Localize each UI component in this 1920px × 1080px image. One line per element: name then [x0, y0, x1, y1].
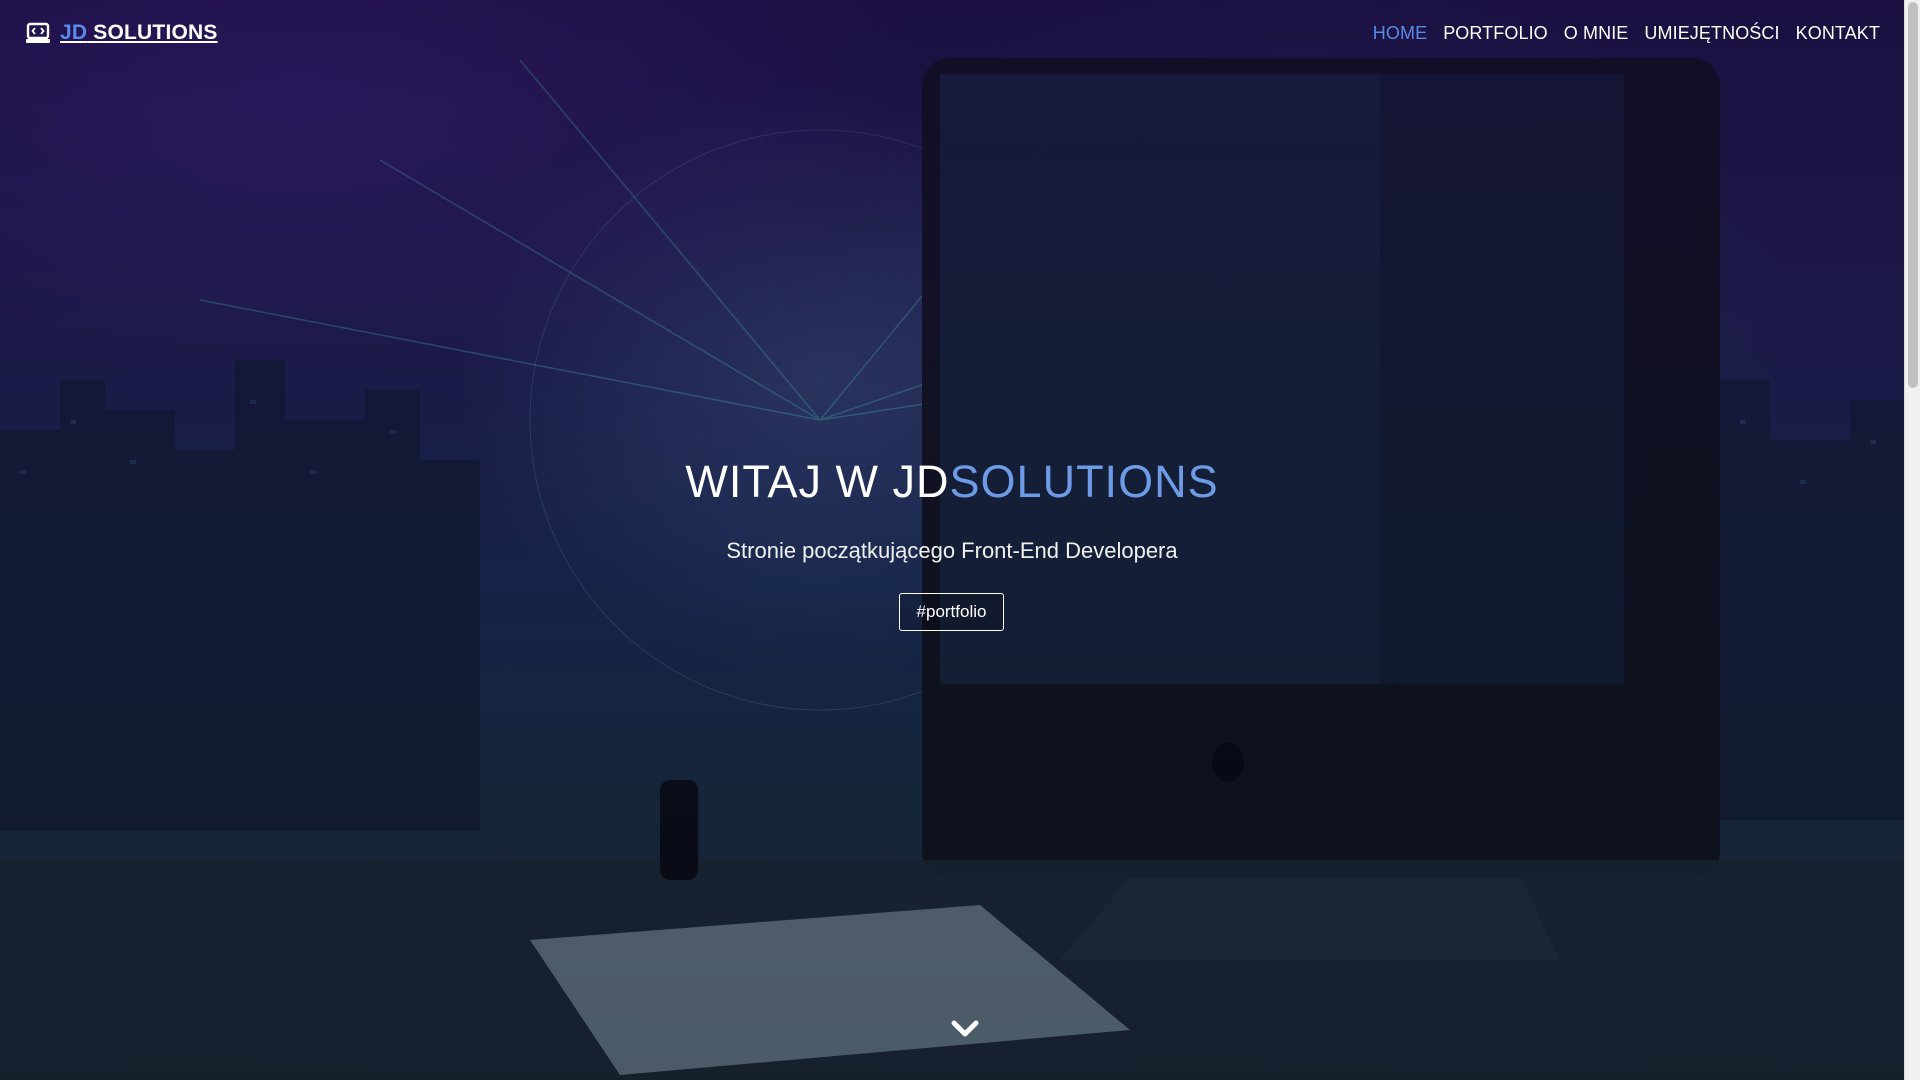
page-scrollbar[interactable]: [1904, 0, 1920, 1080]
scroll-down-button[interactable]: [946, 1014, 984, 1044]
chevron-down-icon: [946, 1020, 984, 1048]
hero-title: WITAJ W JDSOLUTIONS: [0, 456, 1904, 508]
scrollbar-thumb[interactable]: [1908, 2, 1918, 388]
hero-title-plain: WITAJ W JD: [685, 456, 950, 507]
page: JD SOLUTIONS HOME PORTFOLIO O MNIE UMIEJ…: [0, 0, 1920, 1080]
portfolio-button[interactable]: #portfolio: [899, 593, 1004, 631]
hero-title-accent: SOLUTIONS: [949, 456, 1219, 507]
hero-subtitle: Stronie początkującego Front-End Develop…: [726, 538, 1178, 563]
hero-content: WITAJ W JDSOLUTIONS Stronie początkujące…: [0, 0, 1904, 1080]
